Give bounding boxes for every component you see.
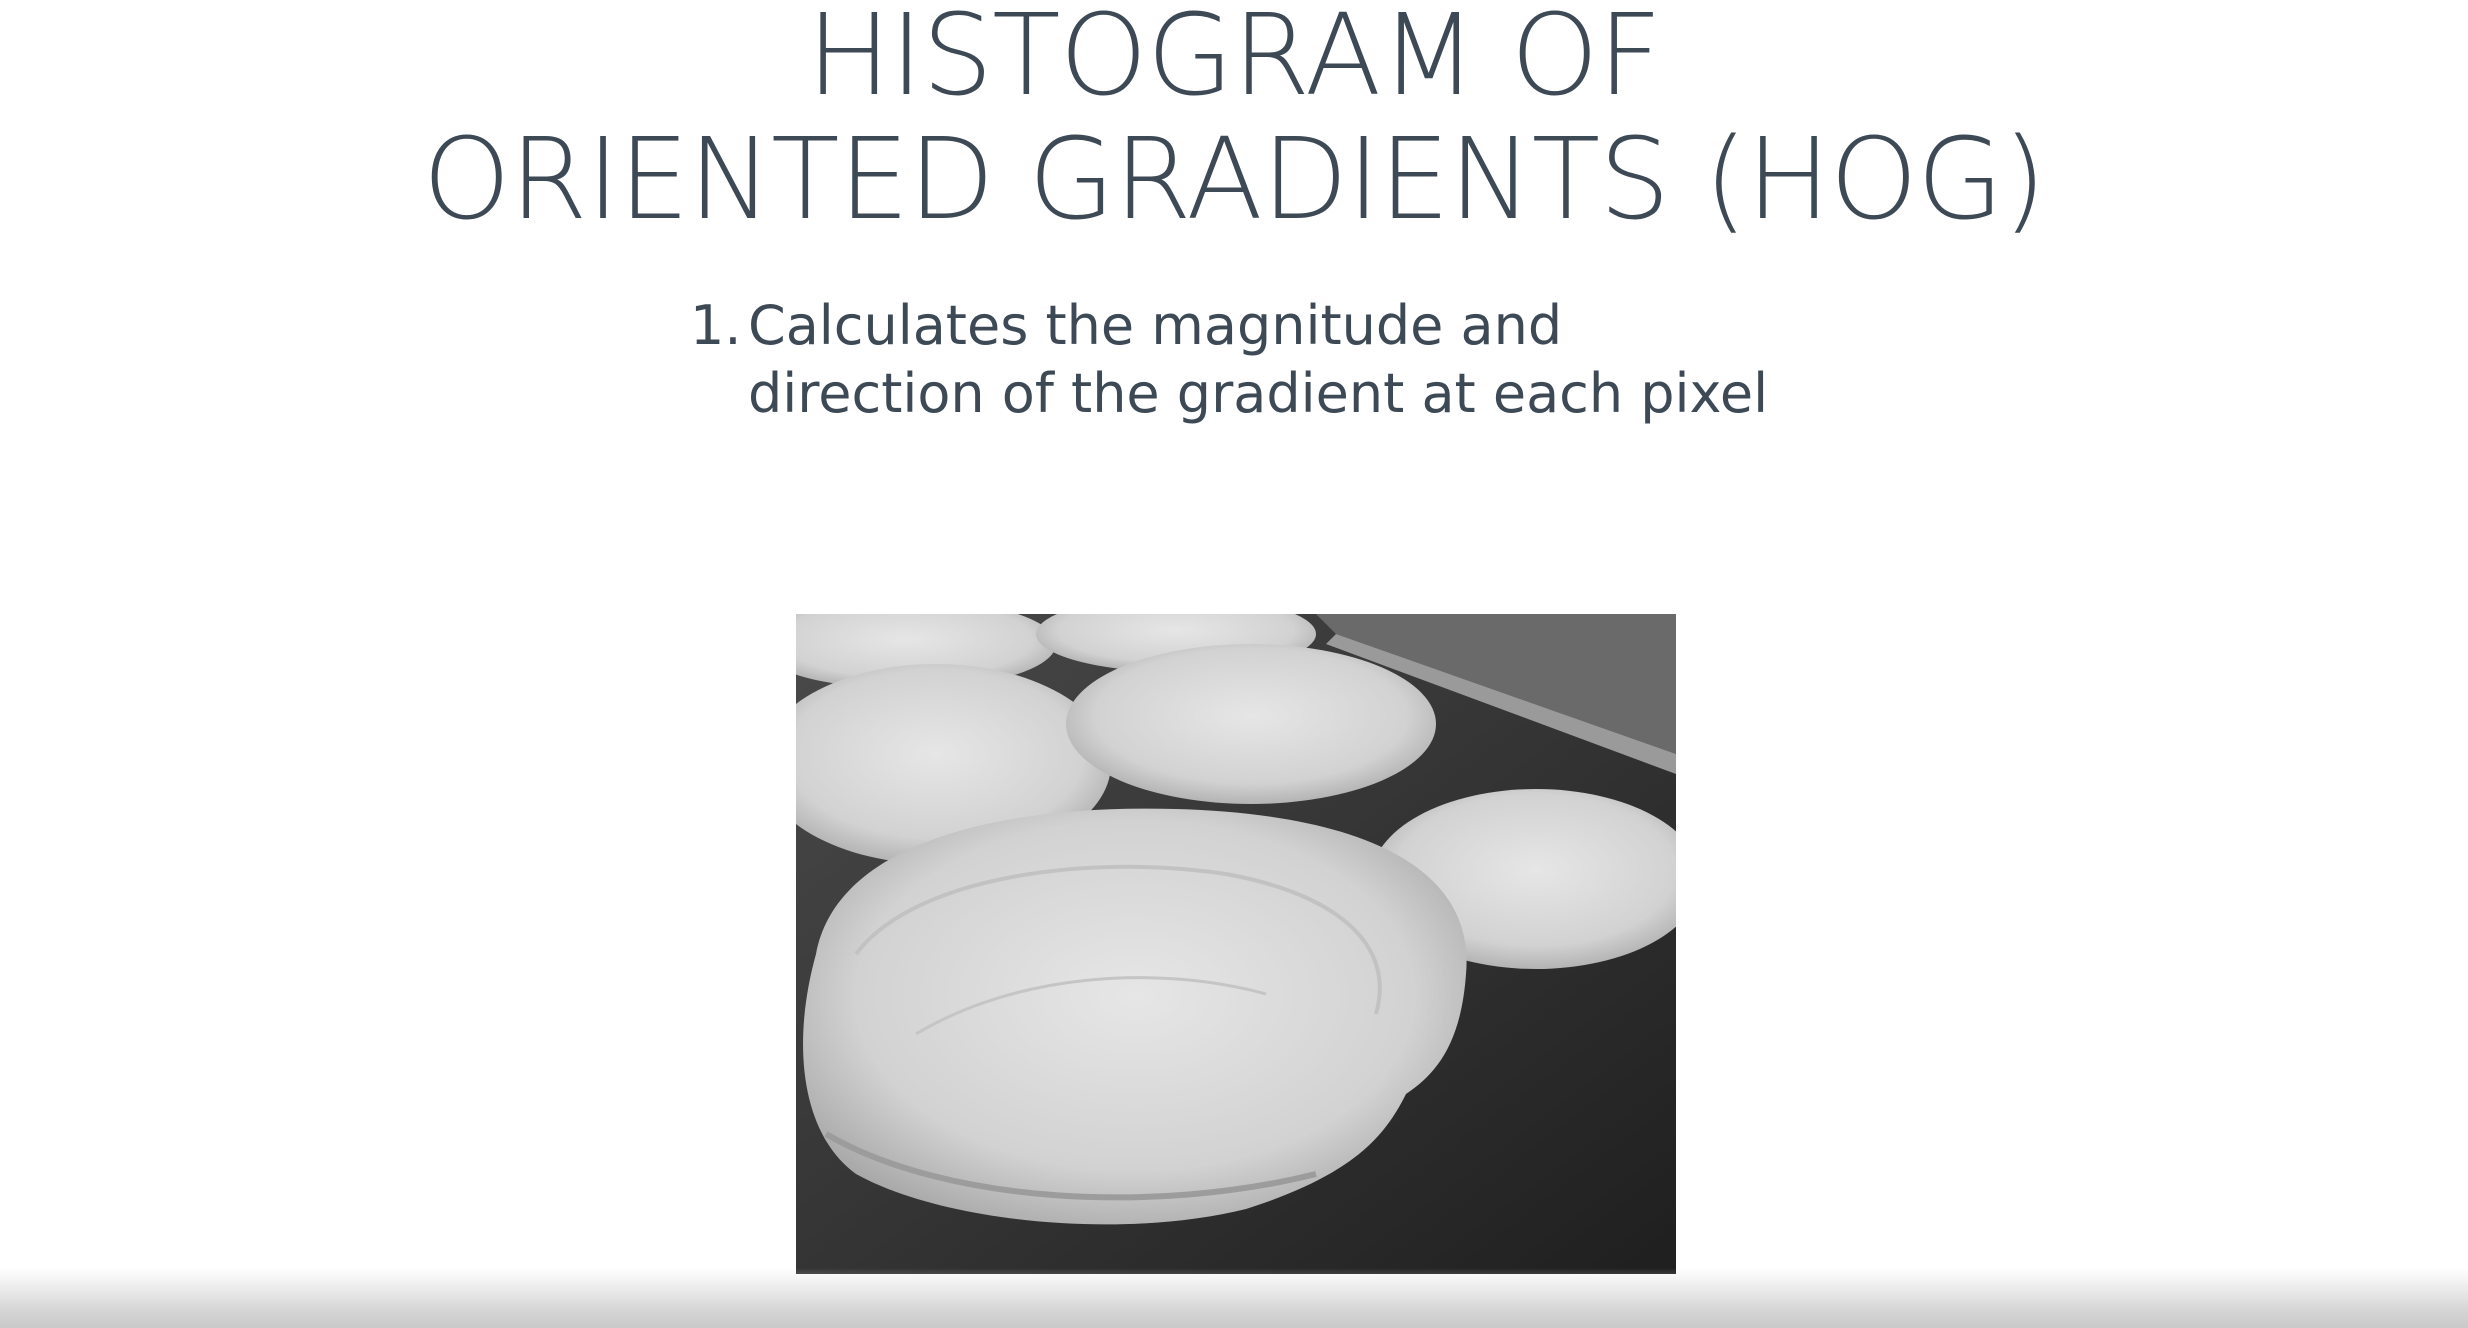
slide-title: HISTOGRAM OF ORIENTED GRADIENTS (HOG) — [0, 0, 2468, 242]
title-line-1: HISTOGRAM OF — [806, 0, 1662, 121]
title-line-2: ORIENTED GRADIENTS (HOG) — [422, 115, 2047, 245]
slide: HISTOGRAM OF ORIENTED GRADIENTS (HOG) 1.… — [0, 0, 2468, 1328]
pancakes-photo — [796, 614, 1676, 1274]
step-line-2: direction of the gradient at each pixel — [748, 362, 1769, 425]
step-line-1: Calculates the magnitude and — [748, 294, 1563, 357]
pancake — [1066, 644, 1436, 804]
pancakes-illustration — [796, 614, 1676, 1274]
step-item: 1. Calculates the magnitude and direction… — [690, 292, 1768, 428]
step-number: 1. — [690, 294, 742, 357]
bottom-shadow — [0, 1268, 2468, 1328]
